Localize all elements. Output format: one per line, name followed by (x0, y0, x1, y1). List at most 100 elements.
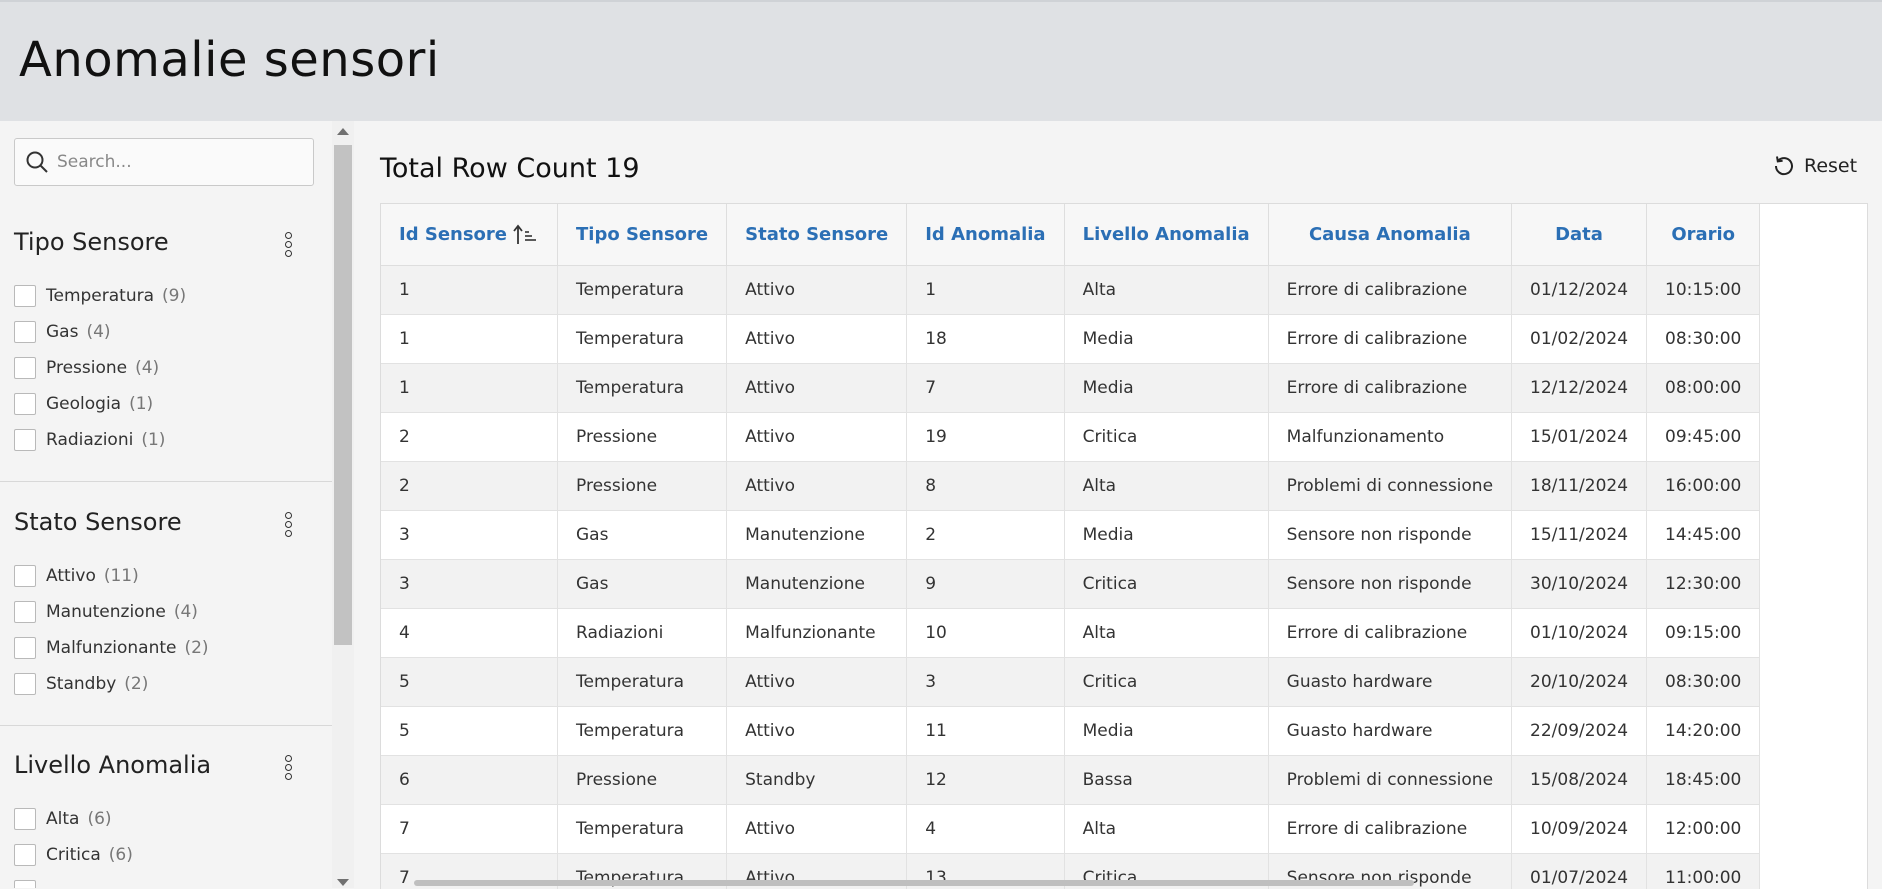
table-row[interactable]: 2PressioneAttivo8AltaProblemi di conness… (381, 462, 1760, 511)
column-header-tipo-sensore[interactable]: Tipo Sensore (558, 204, 727, 266)
kebab-menu-icon[interactable] (278, 230, 298, 260)
table-cell: Temperatura (558, 266, 727, 315)
sidebar-scrollbar[interactable] (332, 121, 354, 888)
table-cell: Temperatura (558, 315, 727, 364)
table-row[interactable]: 3GasManutenzione2MediaSensore non rispon… (381, 511, 1760, 560)
table-cell: 8 (907, 462, 1064, 511)
table-cell: Attivo (727, 315, 907, 364)
table-cell: Critica (1064, 413, 1268, 462)
search-input[interactable] (55, 147, 309, 177)
facet-option[interactable]: Standby(2) (14, 670, 148, 698)
checkbox[interactable] (14, 880, 36, 888)
horizontal-scrollbar-thumb[interactable] (414, 880, 1414, 886)
table-row[interactable]: 1TemperaturaAttivo1AltaErrore di calibra… (381, 266, 1760, 315)
header-bar: Anomalie sensori (0, 0, 1882, 121)
table-cell: Temperatura (558, 364, 727, 413)
table-cell: 18:45:00 (1647, 756, 1760, 805)
table-row[interactable]: 7TemperaturaAttivo4AltaErrore di calibra… (381, 805, 1760, 854)
scroll-up-icon[interactable] (337, 128, 349, 135)
facet-option[interactable]: Alta(6) (14, 805, 112, 833)
table-cell: Media (1064, 511, 1268, 560)
facet-option[interactable]: Geologia(1) (14, 390, 153, 418)
facet-option[interactable]: Critica(6) (14, 841, 133, 869)
table-cell: Errore di calibrazione (1268, 364, 1511, 413)
column-header-id-sensore[interactable]: Id Sensore (381, 204, 558, 266)
table-cell: 11 (907, 707, 1064, 756)
column-header-causa-anomalia[interactable]: Causa Anomalia (1268, 204, 1511, 266)
scroll-down-icon[interactable] (337, 879, 349, 886)
facet-option[interactable]: Temperatura(9) (14, 282, 186, 310)
table-cell: 5 (381, 707, 558, 756)
table-cell: Sensore non risponde (1268, 511, 1511, 560)
table-cell: Temperatura (558, 658, 727, 707)
checkbox[interactable] (14, 673, 36, 695)
table-cell: Alta (1064, 462, 1268, 511)
checkbox[interactable] (14, 844, 36, 866)
facet-option[interactable] (14, 877, 46, 888)
table-cell: 10 (907, 609, 1064, 658)
table-row[interactable]: 5TemperaturaAttivo3CriticaGuasto hardwar… (381, 658, 1760, 707)
table-cell: Pressione (558, 413, 727, 462)
table-cell: 15/01/2024 (1512, 413, 1647, 462)
facet-option[interactable]: Radiazioni(1) (14, 426, 165, 454)
checkbox[interactable] (14, 393, 36, 415)
table-cell: 19 (907, 413, 1064, 462)
table-cell: Attivo (727, 364, 907, 413)
facet-option[interactable]: Gas(4) (14, 318, 111, 346)
table-cell: Problemi di connessione (1268, 462, 1511, 511)
checkbox[interactable] (14, 357, 36, 379)
facet-title: Stato Sensore (14, 508, 182, 536)
table-row[interactable]: 1TemperaturaAttivo18MediaErrore di calib… (381, 315, 1760, 364)
row-count: Total Row Count 19 (380, 153, 640, 184)
table-row[interactable]: 5TemperaturaAttivo11MediaGuasto hardware… (381, 707, 1760, 756)
sort-ascending-icon[interactable] (513, 224, 539, 246)
table-cell: 01/12/2024 (1512, 266, 1647, 315)
reset-icon (1772, 154, 1796, 178)
table-cell: 09:15:00 (1647, 609, 1760, 658)
table-row[interactable]: 1TemperaturaAttivo7MediaErrore di calibr… (381, 364, 1760, 413)
table-cell: Alta (1064, 805, 1268, 854)
checkbox[interactable] (14, 285, 36, 307)
data-table: Id Sensore Tipo Sensore Stato Sensore Id… (381, 204, 1760, 889)
checkbox[interactable] (14, 637, 36, 659)
column-header-orario[interactable]: Orario (1647, 204, 1760, 266)
table-cell: Standby (727, 756, 907, 805)
facet-option[interactable]: Manutenzione(4) (14, 598, 198, 626)
column-header-livello-anomalia[interactable]: Livello Anomalia (1064, 204, 1268, 266)
checkbox[interactable] (14, 601, 36, 623)
table-row[interactable]: 6PressioneStandby12BassaProblemi di conn… (381, 756, 1760, 805)
table-cell: 7 (907, 364, 1064, 413)
table-cell: Bassa (1064, 756, 1268, 805)
table-cell: Alta (1064, 609, 1268, 658)
table-cell: Malfunzionante (727, 609, 907, 658)
table-cell: Critica (1064, 658, 1268, 707)
table-row[interactable]: 3GasManutenzione9CriticaSensore non risp… (381, 560, 1760, 609)
facet-option[interactable]: Pressione(4) (14, 354, 159, 382)
facet-option[interactable]: Attivo(11) (14, 562, 139, 590)
data-grid: Id Sensore Tipo Sensore Stato Sensore Id… (380, 203, 1868, 889)
checkbox[interactable] (14, 565, 36, 587)
kebab-menu-icon[interactable] (278, 510, 298, 540)
table-cell: 12:30:00 (1647, 560, 1760, 609)
table-row[interactable]: 2PressioneAttivo19CriticaMalfunzionament… (381, 413, 1760, 462)
table-cell: 4 (907, 805, 1064, 854)
checkbox[interactable] (14, 808, 36, 830)
column-header-stato-sensore[interactable]: Stato Sensore (727, 204, 907, 266)
column-header-id-anomalia[interactable]: Id Anomalia (907, 204, 1064, 266)
checkbox[interactable] (14, 321, 36, 343)
table-cell: 9 (907, 560, 1064, 609)
kebab-menu-icon[interactable] (278, 753, 298, 783)
table-cell: Pressione (558, 756, 727, 805)
checkbox[interactable] (14, 429, 36, 451)
reset-button[interactable]: Reset (1772, 154, 1857, 178)
table-cell: 2 (381, 462, 558, 511)
table-cell: 01/10/2024 (1512, 609, 1647, 658)
table-row[interactable]: 4RadiazioniMalfunzionante10AltaErrore di… (381, 609, 1760, 658)
facet-option[interactable]: Malfunzionante(2) (14, 634, 209, 662)
table-cell: Attivo (727, 413, 907, 462)
table-cell: 14:45:00 (1647, 511, 1760, 560)
column-header-data[interactable]: Data (1512, 204, 1647, 266)
table-header-row: Id Sensore Tipo Sensore Stato Sensore Id… (381, 204, 1760, 266)
search-box[interactable] (14, 138, 314, 186)
scrollbar-thumb[interactable] (334, 145, 352, 645)
